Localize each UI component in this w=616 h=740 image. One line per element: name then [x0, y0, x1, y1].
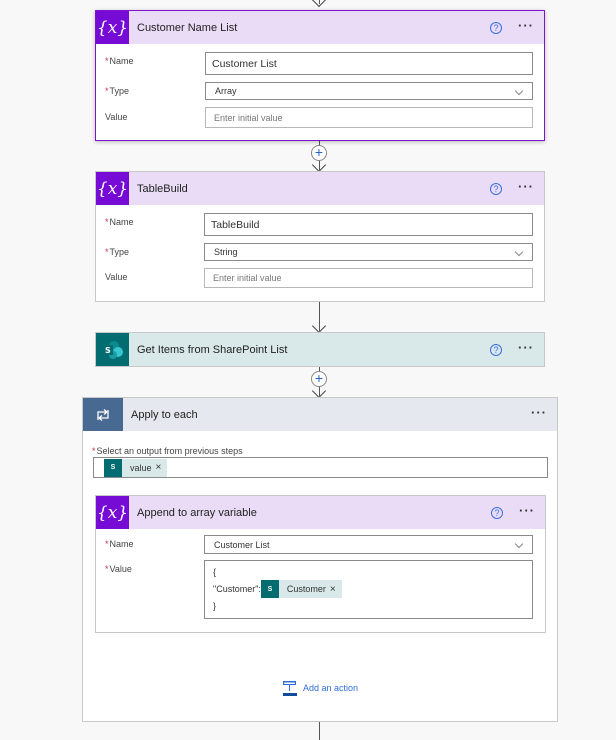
label-text: Value — [109, 564, 132, 574]
type-label: *Type — [105, 86, 129, 96]
apply-to-each-card[interactable]: Apply to each ··· *Select an output from… — [82, 397, 558, 722]
type-label: *Type — [105, 247, 129, 257]
card-title: Customer Name List — [137, 21, 238, 34]
svg-text:S: S — [105, 346, 111, 355]
help-icon[interactable]: ? — [490, 182, 502, 195]
more-options-icon[interactable]: ··· — [531, 406, 547, 421]
select-output-input[interactable]: S value × — [93, 457, 548, 478]
name-value: Customer List — [214, 539, 270, 550]
chevron-down-icon — [514, 539, 524, 549]
name-label: *Name — [105, 217, 134, 227]
sharepoint-icon: S — [260, 580, 279, 598]
add-an-action-button[interactable]: Add an action — [282, 680, 358, 696]
help-icon[interactable]: ? — [490, 21, 502, 34]
more-options-icon[interactable]: ··· — [518, 19, 534, 34]
required-marker: * — [105, 86, 109, 96]
value-input[interactable]: Enter initial value — [205, 107, 533, 128]
dynamic-content-token[interactable]: S Customer × — [260, 580, 342, 598]
label-text: Name — [109, 539, 134, 549]
value-line: { — [213, 567, 217, 577]
label-text: Value — [105, 272, 128, 282]
name-label: *Name — [105, 539, 134, 549]
card-header[interactable]: {x} Append to array variable ? ··· — [96, 496, 545, 529]
value-label: Value — [105, 112, 127, 122]
type-dropdown[interactable]: String — [204, 243, 533, 261]
label-text: Value — [105, 112, 128, 122]
card-header[interactable]: S Get Items from SharePoint List ? ··· — [96, 333, 544, 366]
connector-arrow — [311, 157, 327, 173]
card-title: TableBuild — [137, 182, 188, 195]
required-marker: * — [105, 247, 109, 257]
variable-icon: {x} — [96, 11, 129, 44]
value-line: } — [213, 601, 217, 611]
value-editor[interactable]: { "Customer": S Customer × } — [204, 560, 533, 619]
help-icon[interactable]: ? — [490, 343, 502, 356]
type-value: String — [214, 247, 238, 257]
value-line: "Customer": S Customer × — [213, 579, 532, 599]
get-items-card[interactable]: S Get Items from SharePoint List ? ··· — [95, 332, 545, 367]
required-marker: * — [105, 56, 109, 66]
name-dropdown[interactable]: Customer List — [204, 535, 533, 554]
variable-icon: {x} — [96, 172, 129, 205]
label-text: Name — [109, 56, 134, 66]
type-value: Array — [215, 86, 237, 96]
append-to-array-variable-card[interactable]: {x} Append to array variable ? ··· *Name… — [95, 495, 546, 633]
type-dropdown[interactable]: Array — [205, 82, 533, 100]
card-header[interactable]: {x} Customer Name List ? ··· — [96, 11, 544, 44]
initialize-variable-card-tablebuild[interactable]: {x} TableBuild ? ··· *Name TableBuild *T… — [95, 171, 545, 302]
loop-icon — [83, 398, 123, 431]
value-input[interactable]: Enter initial value — [204, 268, 533, 288]
more-options-icon[interactable]: ··· — [518, 180, 534, 195]
required-marker: * — [105, 564, 109, 574]
name-label: *Name — [105, 56, 134, 66]
value-label: *Value — [105, 564, 132, 574]
required-marker: * — [92, 446, 96, 456]
card-title: Append to array variable — [137, 506, 257, 519]
required-marker: * — [105, 217, 109, 227]
variable-icon: {x} — [96, 496, 129, 529]
chevron-down-icon — [514, 86, 524, 96]
token-label: value — [130, 462, 152, 473]
select-output-label: *Select an output from previous steps — [92, 446, 243, 456]
token-label: Customer — [286, 584, 326, 594]
connector-arrow — [311, 0, 327, 8]
value-label: Value — [105, 272, 127, 282]
value-prefix: "Customer": — [213, 584, 261, 594]
connector-line — [319, 722, 320, 740]
dynamic-content-token[interactable]: S value × — [104, 458, 168, 477]
label-text: Select an output from previous steps — [96, 446, 243, 456]
connector-arrow — [311, 383, 327, 399]
connector-arrow — [311, 318, 327, 334]
remove-token-icon[interactable]: × — [156, 462, 168, 473]
initialize-variable-card-customer-name-list[interactable]: {x} Customer Name List ? ··· *Name Custo… — [95, 10, 545, 141]
card-header[interactable]: {x} TableBuild ? ··· — [96, 172, 544, 205]
more-options-icon[interactable]: ··· — [519, 504, 535, 519]
name-input[interactable]: TableBuild — [204, 213, 533, 236]
label-text: Type — [109, 247, 130, 257]
more-options-icon[interactable]: ··· — [518, 341, 534, 356]
add-action-icon — [283, 681, 297, 696]
card-title: Apply to each — [131, 408, 198, 421]
card-header[interactable]: Apply to each ··· — [83, 398, 557, 431]
sharepoint-icon: S — [104, 458, 122, 477]
remove-token-icon[interactable]: × — [330, 584, 342, 595]
label-text: Name — [109, 217, 134, 227]
chevron-down-icon — [514, 247, 524, 257]
required-marker: * — [105, 539, 109, 549]
sharepoint-icon: S — [96, 333, 129, 366]
name-input[interactable]: Customer List — [205, 52, 533, 75]
label-text: Type — [109, 86, 130, 96]
help-icon[interactable]: ? — [491, 506, 503, 519]
card-title: Get Items from SharePoint List — [137, 343, 288, 356]
add-an-action-link[interactable]: Add an action — [303, 683, 358, 693]
